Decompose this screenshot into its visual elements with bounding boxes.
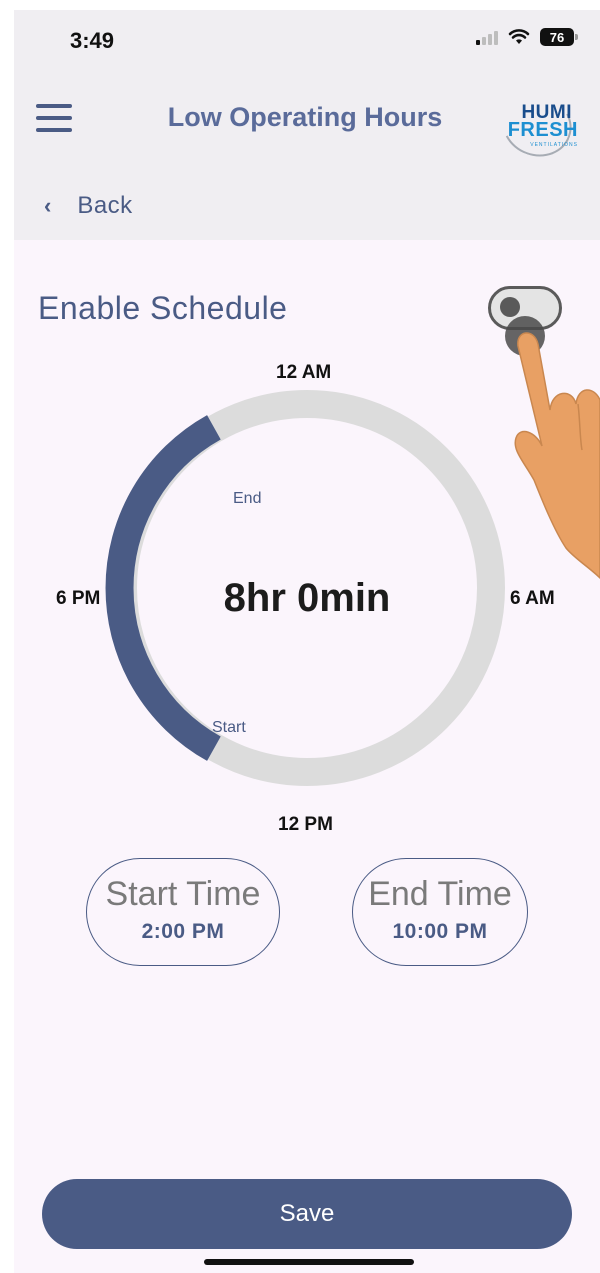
app-header: Low Operating Hours HUMI FRESH VENTILATI… bbox=[14, 70, 600, 240]
dial-label-12am: 12 AM bbox=[276, 362, 332, 383]
wifi-icon bbox=[508, 29, 530, 44]
back-button[interactable]: ‹ Back bbox=[44, 192, 133, 220]
battery-icon: 76 bbox=[540, 28, 578, 46]
pointing-hand-icon bbox=[505, 316, 600, 580]
end-time-value: 10:00 PM bbox=[392, 920, 488, 943]
back-label: Back bbox=[77, 192, 133, 219]
status-icons: 76 bbox=[476, 28, 578, 46]
app-screen: 3:49 76 Low Operating Hours HUMI FRESH V… bbox=[14, 10, 600, 1273]
home-indicator bbox=[204, 1259, 414, 1265]
start-time-value: 2:00 PM bbox=[141, 920, 225, 943]
status-time: 3:49 bbox=[70, 28, 115, 53]
dial-label-12pm: 12 PM bbox=[278, 814, 333, 835]
enable-schedule-label: Enable Schedule bbox=[38, 290, 288, 326]
chevron-left-icon: ‹ bbox=[44, 193, 52, 218]
start-time-button[interactable]: Start Time 2:00 PM bbox=[86, 858, 280, 966]
status-bar: 3:49 76 bbox=[14, 10, 600, 70]
signal-icon bbox=[476, 29, 498, 45]
start-marker-label: Start bbox=[212, 719, 246, 736]
end-time-label: End Time bbox=[368, 875, 512, 913]
end-time-button[interactable]: End Time 10:00 PM bbox=[352, 858, 528, 966]
end-marker-label: End bbox=[233, 490, 262, 507]
save-button[interactable]: Save bbox=[42, 1179, 572, 1249]
humi-fresh-logo: HUMI FRESH VENTILATIONS bbox=[490, 83, 582, 167]
start-time-label: Start Time bbox=[105, 875, 261, 913]
duration-display: 8hr 0min bbox=[223, 576, 391, 620]
